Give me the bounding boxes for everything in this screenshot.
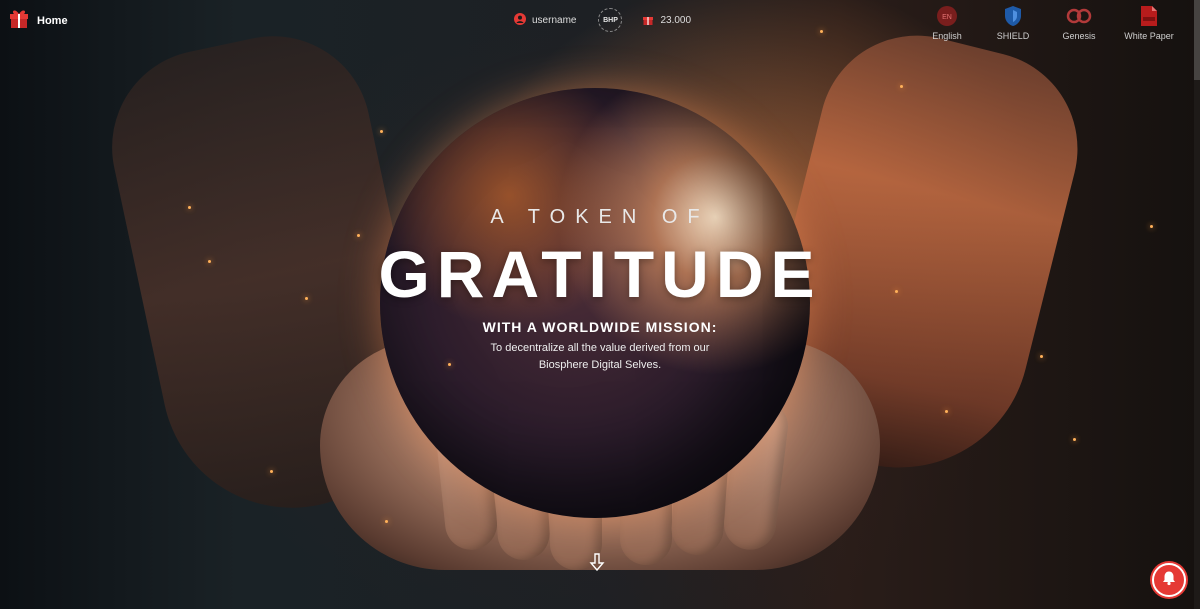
user-icon: [514, 12, 526, 28]
infinity-icon: [1066, 5, 1092, 27]
page-scrollbar[interactable]: [1194, 0, 1200, 609]
balance-value: 23.000: [660, 14, 692, 26]
bell-icon: [1161, 570, 1177, 591]
nav-white-paper[interactable]: White Paper: [1112, 5, 1186, 41]
shield-icon: [1004, 5, 1022, 27]
top-navigation-bar: Home username BHP 23.000 EN English SHIE…: [0, 0, 1200, 41]
svg-text:EN: EN: [942, 14, 952, 21]
token-balance: 23.000: [642, 13, 691, 28]
account-summary: username BHP 23.000: [514, 8, 691, 32]
pdf-icon: [1140, 5, 1158, 27]
user-account[interactable]: username: [514, 12, 577, 28]
hero-eyebrow: A TOKEN OF: [490, 206, 710, 228]
home-label: Home: [37, 14, 68, 27]
mission-description: To decentralize all the value derived fr…: [0, 340, 1200, 374]
language-icon: EN: [936, 5, 958, 27]
nav-shield[interactable]: SHIELD: [980, 5, 1046, 41]
arrow-down-icon: [589, 553, 605, 576]
hero-headline: GRATITUDE: [378, 237, 822, 311]
right-nav-menu: EN English SHIELD Genesis White Paper: [914, 5, 1186, 41]
scroll-down-button[interactable]: [589, 552, 605, 572]
nav-genesis[interactable]: Genesis: [1046, 5, 1112, 41]
nav-english-label: English: [932, 31, 962, 41]
mission-description-line: Biosphere Digital Selves.: [538, 359, 662, 371]
notification-button[interactable]: [1152, 563, 1186, 597]
home-link[interactable]: Home: [8, 7, 68, 34]
nav-genesis-label: Genesis: [1062, 31, 1096, 41]
mission-title: WITH A WORLDWIDE MISSION:: [482, 319, 718, 335]
nav-shield-label: SHIELD: [996, 31, 1030, 41]
gift-icon: [8, 7, 30, 34]
gift-icon: [642, 13, 654, 28]
scrollbar-thumb[interactable]: [1194, 0, 1200, 80]
username-label: username: [532, 14, 577, 26]
bhp-token-badge: BHP: [598, 8, 623, 32]
nav-english[interactable]: EN English: [914, 5, 980, 41]
mission-description-line: To decentralize all the value derived fr…: [490, 342, 710, 354]
nav-white-paper-label: White Paper: [1124, 31, 1174, 41]
